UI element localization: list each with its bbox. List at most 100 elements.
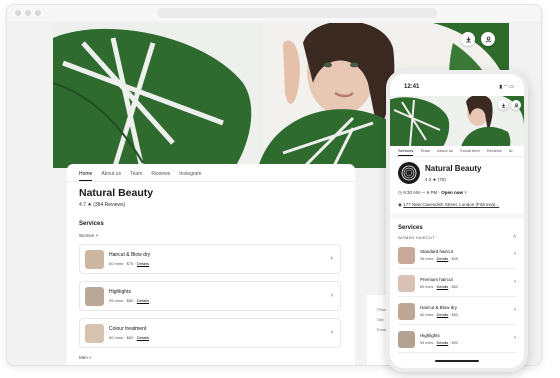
service-meta: 60 mins · Details · $80 <box>420 313 458 317</box>
service-item[interactable]: Haircut & Blow dry 60 mins · Details · $… <box>398 301 516 325</box>
group-label: Men <box>79 355 88 360</box>
service-price: $90 <box>451 341 458 345</box>
rating-summary: 4.7 ★ (384 Reviews) <box>79 202 125 208</box>
tab-reviews[interactable]: Reviews <box>151 171 170 181</box>
service-duration: 60 mins <box>109 335 124 340</box>
battery-icon: ▭ <box>509 84 514 90</box>
service-price: $45 <box>451 257 458 261</box>
service-price: $60 <box>126 335 134 340</box>
service-duration: 60 mins <box>109 261 124 266</box>
group-toggle[interactable]: Men ˅ <box>79 355 92 360</box>
service-meta: 60 mins · Details · $80 <box>420 285 458 289</box>
rating-summary: 4.2 ★ (78) <box>425 177 446 183</box>
chevron-up-icon: ˄ <box>95 233 99 238</box>
chevron-right-icon[interactable]: › <box>331 292 333 299</box>
service-name: Highlights <box>420 333 440 338</box>
chevron-right-icon[interactable]: › <box>514 307 516 313</box>
window-dot-icon[interactable] <box>35 10 41 16</box>
mobile-tab-bar: Services Team About us Social feed Revie… <box>398 148 513 156</box>
group-toggle[interactable]: Women ˄ <box>79 233 98 238</box>
home-indicator[interactable] <box>435 360 479 362</box>
chevron-down-icon: ˅ <box>89 355 92 360</box>
tab-about-us[interactable]: About us <box>437 148 453 156</box>
chevron-right-icon[interactable]: › <box>331 329 333 336</box>
details-link[interactable]: Details <box>437 285 449 289</box>
service-item[interactable]: Premium haircut 60 mins · Details · $80 … <box>398 273 516 297</box>
window-dot-icon[interactable] <box>15 10 21 16</box>
tab-team[interactable]: Team <box>420 148 430 156</box>
service-price: $80 <box>126 298 134 303</box>
user-icon[interactable] <box>481 32 495 46</box>
service-name: Standard haircut <box>420 249 454 254</box>
service-meta: 60 mins · $60 · Details <box>109 335 150 340</box>
tab-services[interactable]: Services <box>398 148 414 156</box>
service-item[interactable]: Highlights 95 mins · $80 · Details › <box>79 281 341 311</box>
chevron-up-icon[interactable]: ˄ <box>513 234 516 240</box>
service-thumbnail <box>398 303 415 320</box>
page-title: Natural Beauty <box>425 164 482 173</box>
service-item[interactable]: Colour treatment 60 mins · $60 · Details… <box>79 318 341 348</box>
service-price: $80 <box>451 313 458 317</box>
service-name: Colour treatment <box>109 326 147 332</box>
tab-social-feed[interactable]: Social feed <box>460 148 480 156</box>
service-name: Haircut & Blow dry <box>109 252 151 258</box>
address-link[interactable]: 177 New Cavendish Street, London (Fitzro… <box>403 202 499 207</box>
star-icon: ★ <box>87 202 92 208</box>
service-thumbnail <box>398 247 415 264</box>
tab-home[interactable]: Home <box>79 171 93 181</box>
service-meta: 60 mins · $75 · Details <box>109 261 150 266</box>
service-item[interactable]: Haircut & Blow dry 60 mins · $75 · Detai… <box>79 244 341 274</box>
details-link[interactable]: Details <box>137 261 149 266</box>
service-duration: 35 mins <box>420 257 434 261</box>
tab-divider <box>390 156 524 157</box>
service-thumbnail <box>85 287 104 306</box>
address-bar[interactable] <box>157 8 437 18</box>
service-meta: 35 mins · Details · $45 <box>420 257 458 261</box>
chevron-right-icon[interactable]: › <box>331 255 333 262</box>
tab-overflow[interactable]: Ar <box>509 148 513 156</box>
section-divider <box>390 214 524 218</box>
address[interactable]: ◉ 177 New Cavendish Street, London (Fitz… <box>398 202 499 208</box>
location-pin-icon: ◉ <box>398 202 402 207</box>
service-name: Highlights <box>109 289 131 295</box>
chevron-right-icon[interactable]: › <box>514 251 516 257</box>
chevron-right-icon[interactable]: › <box>514 279 516 285</box>
service-item[interactable]: Highlights 95 mins · Details · $90 › <box>398 329 516 353</box>
group-label: Women <box>79 233 95 238</box>
details-link[interactable]: Details <box>437 341 449 345</box>
reviews-count[interactable]: (384 Reviews) <box>93 202 125 208</box>
user-icon[interactable] <box>511 100 521 110</box>
service-price: $80 <box>451 285 458 289</box>
details-link[interactable]: Details <box>137 298 149 303</box>
tab-instagram[interactable]: Instagram <box>179 171 201 181</box>
signal-icon: ▮ <box>499 84 503 90</box>
page-title: Natural Beauty <box>79 187 154 199</box>
hours-value: 9:30 AM — 6 PM <box>403 190 438 195</box>
service-name: Premium haircut <box>420 277 453 282</box>
group-label[interactable]: WOMEN HAIRCUT <box>398 236 435 240</box>
download-icon[interactable] <box>461 32 475 46</box>
browser-toolbar <box>7 5 541 21</box>
service-meta: 95 mins · Details · $90 <box>420 341 458 345</box>
chevron-right-icon[interactable]: › <box>514 335 516 341</box>
details-link[interactable]: Details <box>137 335 149 340</box>
tab-team[interactable]: Team <box>130 171 142 181</box>
service-item[interactable]: Standard haircut 35 mins · Details · $45… <box>398 245 516 269</box>
service-price: $75 <box>126 261 134 266</box>
reviews-count[interactable]: (78) <box>438 177 446 182</box>
rating-value: 4.2 <box>425 177 432 182</box>
star-icon: ★ <box>432 177 437 182</box>
window-dot-icon[interactable] <box>25 10 31 16</box>
tab-reviews[interactable]: Reviews <box>487 148 502 156</box>
service-name: Haircut & Blow dry <box>420 305 458 310</box>
details-link[interactable]: Details <box>437 257 449 261</box>
tab-about-us[interactable]: About us <box>101 171 121 181</box>
download-icon[interactable] <box>498 100 508 110</box>
salon-logo <box>398 162 420 184</box>
open-status: Open now <box>441 190 463 195</box>
chevron-down-icon: ˅ <box>464 190 467 195</box>
details-link[interactable]: Details <box>437 313 449 317</box>
salon-card: Home About us Team Reviews Instagram Nat… <box>67 164 355 365</box>
opening-hours[interactable]: ◷ 9:30 AM — 6 PM · Open now ˅ <box>398 190 467 196</box>
service-duration: 60 mins <box>420 313 434 317</box>
